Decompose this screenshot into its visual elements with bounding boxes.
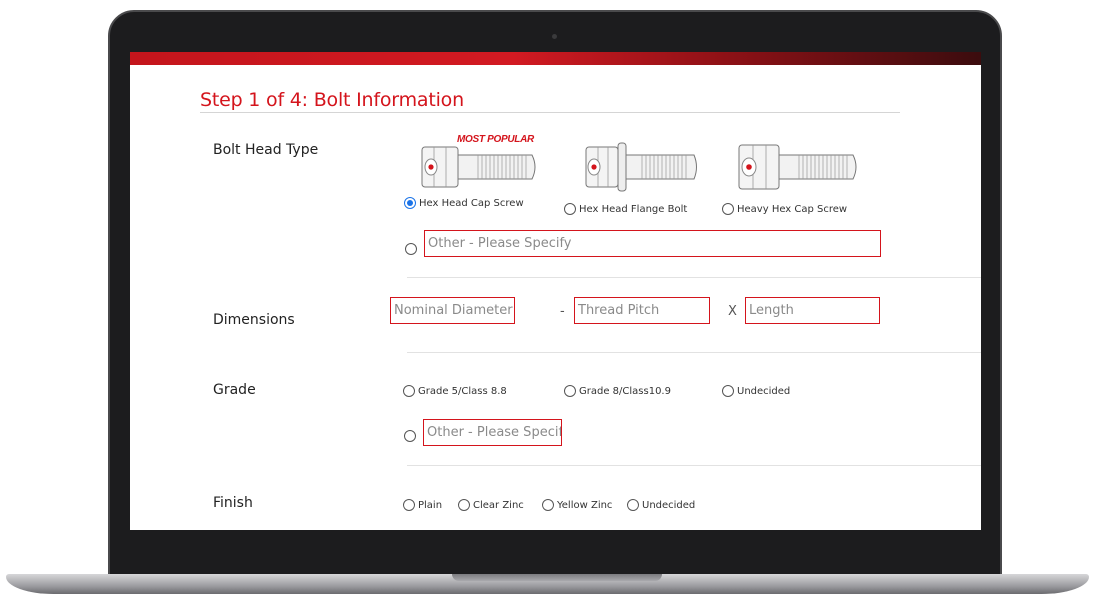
radio-button[interactable] [722,203,734,215]
radio-button[interactable] [542,499,554,511]
radio-label: Hex Head Cap Screw [419,197,524,209]
radio-button[interactable] [404,197,416,209]
radio-finish-yellow-zinc[interactable]: Yellow Zinc [542,499,612,511]
grade-label: Grade [213,382,256,398]
section-divider [407,465,981,466]
radio-grade-undecided[interactable]: Undecided [722,385,790,397]
radio-hex-head-cap-screw[interactable]: Hex Head Cap Screw [404,197,524,209]
radio-button[interactable] [564,385,576,397]
times-separator: X [728,304,737,319]
radio-label: Clear Zinc [473,499,524,511]
radio-button[interactable] [564,203,576,215]
radio-label: Heavy Hex Cap Screw [737,203,848,215]
bolt-head-type-label: Bolt Head Type [213,142,319,158]
dash-separator: - [560,304,565,319]
radio-finish-plain[interactable]: Plain [403,499,442,511]
radio-grade-other[interactable] [404,430,416,442]
screen: Step 1 of 4: Bolt Information Bolt Head … [130,52,981,530]
radio-label: Plain [418,499,443,511]
radio-button[interactable] [403,499,415,511]
nominal-diameter-field[interactable]: Nominal Diameter [390,297,515,324]
radio-finish-undecided[interactable]: Undecided [627,499,695,511]
heavy-hex-cap-screw-icon[interactable] [733,137,861,197]
radio-label: Hex Head Flange Bolt [579,203,688,215]
page-title: Step 1 of 4: Bolt Information [200,89,464,111]
grade-other-field[interactable]: Other - Please Specify [423,419,562,446]
laptop-notch [452,574,662,581]
thread-pitch-field[interactable]: Thread Pitch [574,297,710,324]
radio-grade-5[interactable]: Grade 5/Class 8.8 [403,385,507,397]
radio-label: Grade 8/Class10.9 [579,385,671,397]
dimensions-label: Dimensions [213,312,295,328]
radio-grade-8[interactable]: Grade 8/Class10.9 [564,385,671,397]
title-divider [200,112,900,113]
length-field[interactable]: Length [745,297,880,324]
hex-head-flange-bolt-icon[interactable] [572,137,700,197]
most-popular-badge: MOST POPULAR [457,134,534,145]
radio-button[interactable] [627,499,639,511]
section-divider [407,277,981,278]
radio-label: Undecided [642,499,696,511]
bolt-head-other-field[interactable]: Other - Please Specify [424,230,881,257]
radio-label: Grade 5/Class 8.8 [418,385,507,397]
radio-label: Undecided [737,385,791,397]
radio-heavy-hex-cap-screw[interactable]: Heavy Hex Cap Screw [722,203,847,215]
camera-icon [552,34,557,39]
radio-hex-head-flange-bolt[interactable]: Hex Head Flange Bolt [564,203,687,215]
radio-label: Yellow Zinc [557,499,613,511]
header-bar [130,52,981,65]
hex-head-cap-screw-icon[interactable] [412,137,540,197]
section-divider [407,352,981,353]
radio-button[interactable] [403,385,415,397]
finish-label: Finish [213,495,253,511]
radio-button[interactable] [722,385,734,397]
radio-button[interactable] [458,499,470,511]
radio-bolt-head-other[interactable] [405,243,417,255]
radio-finish-clear-zinc[interactable]: Clear Zinc [458,499,524,511]
